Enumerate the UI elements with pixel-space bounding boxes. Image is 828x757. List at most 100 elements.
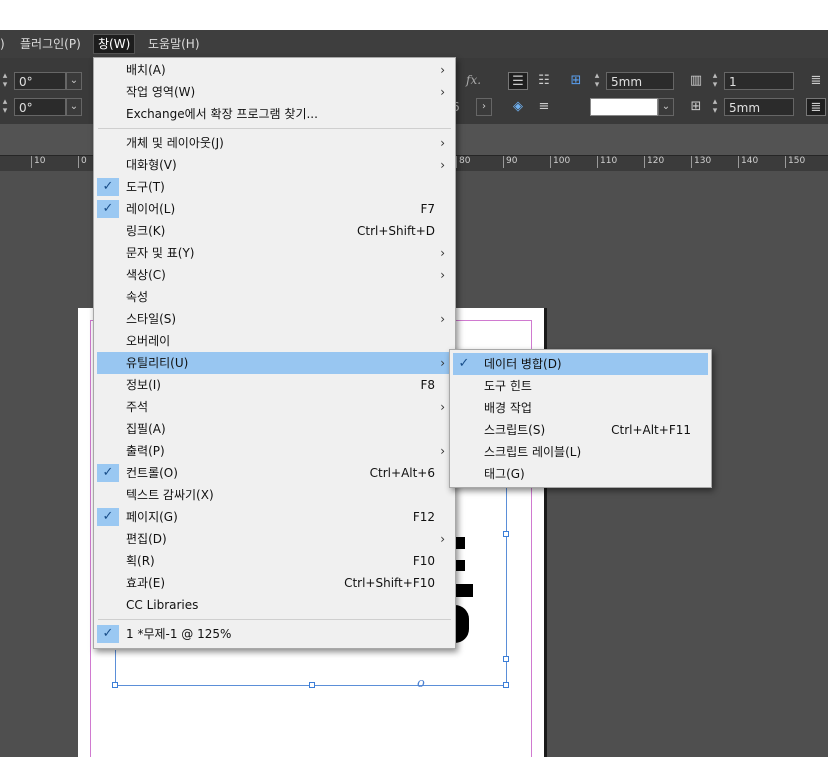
stroke-dropdown-icon[interactable]: ⌄ — [658, 98, 674, 116]
ruler-label: 120 — [644, 156, 664, 168]
margin-guide-left — [90, 320, 91, 757]
menu-separator — [98, 128, 451, 129]
angle-spinner-icon[interactable]: ▴ ▾ — [0, 72, 10, 90]
menu-item-styles[interactable]: 스타일(S) › — [94, 308, 455, 330]
ruler-label: 110 — [597, 156, 617, 168]
title-area — [0, 0, 828, 30]
submenu-arrow-icon: › — [440, 63, 445, 77]
inset-icon: ⊞ — [570, 73, 582, 88]
rotate-angle-field[interactable]: 0° — [14, 72, 66, 90]
submenu-arrow-icon: › — [440, 158, 445, 172]
fx-icon[interactable]: fx. — [466, 73, 481, 87]
ruler-label: 0 — [78, 156, 87, 168]
menu-item-overlay[interactable]: 오버레이 — [94, 330, 455, 352]
frame-handle[interactable] — [309, 682, 315, 688]
check-icon: ✓ — [97, 625, 119, 643]
gutter2-spinner-icon[interactable]: ▴ ▾ — [710, 98, 720, 116]
shear-dropdown-icon[interactable]: ⌄ — [66, 98, 82, 116]
check-icon: ✓ — [97, 200, 119, 218]
justify-icon[interactable]: ≣ — [806, 72, 826, 90]
column-gutter-field[interactable]: 5mm — [724, 98, 794, 116]
columns-icon: ▥ — [689, 73, 703, 88]
menu-item-notes[interactable]: 주석 › — [94, 396, 455, 418]
menu-item-authoring[interactable]: 집필(A) — [94, 418, 455, 440]
ruler-label: 130 — [691, 156, 711, 168]
menu-item-stroke[interactable]: 획(R) F10 — [94, 550, 455, 572]
columns-field[interactable]: 1 — [724, 72, 794, 90]
submenu-item-tags[interactable]: 태그(G) — [450, 463, 711, 485]
menu-item-type-tables[interactable]: 문자 및 표(Y) › — [94, 242, 455, 264]
gutter-spinner-icon[interactable]: ▴ ▾ — [592, 72, 602, 90]
frame-handle[interactable] — [503, 682, 509, 688]
gutter-field[interactable]: 5mm — [606, 72, 674, 90]
ruler-label: 100 — [550, 156, 570, 168]
frame-left-edge — [115, 650, 116, 686]
menu-item-properties[interactable]: 속성 — [94, 286, 455, 308]
ruler-label: 150 — [785, 156, 805, 168]
glyph-fragment — [455, 537, 465, 549]
menu-item-tools[interactable]: ✓ 도구(T) — [94, 176, 455, 198]
submenu-item-script-label[interactable]: 스크립트 레이블(L) — [450, 441, 711, 463]
menu-item-editorial[interactable]: 편집(D) › — [94, 528, 455, 550]
menu-item-utilities[interactable]: 유틸리티(U) › — [97, 352, 452, 374]
submenu-arrow-icon: › — [440, 312, 445, 326]
columns-spinner-icon[interactable]: ▴ ▾ — [710, 72, 720, 90]
menu-bar: ) 플러그인(P) 창(W) 도움말(H) — [0, 30, 828, 58]
glyph-fragment — [455, 584, 473, 597]
percent-arrow-icon[interactable]: › — [476, 98, 492, 116]
menu-item-partial[interactable]: ) — [0, 35, 9, 53]
menu-item-info[interactable]: 정보(I) F8 — [94, 374, 455, 396]
menu-item-pages[interactable]: ✓ 페이지(G) F12 — [94, 506, 455, 528]
ruler-label: 80 — [456, 156, 470, 168]
menu-item-workspace[interactable]: 작업 영역(W) › — [94, 81, 455, 103]
check-icon: ✓ — [453, 355, 475, 373]
menu-item-text-wrap[interactable]: 텍스트 감싸기(X) — [94, 484, 455, 506]
menu-separator — [98, 619, 451, 620]
submenu-item-data-merge[interactable]: ✓ 데이터 병합(D) — [453, 353, 708, 375]
rotate-dropdown-icon[interactable]: ⌄ — [66, 72, 82, 90]
glyph-fragment — [455, 560, 465, 571]
align-bottom-icon[interactable]: ≡ — [534, 98, 554, 116]
window-menu: 배치(A) › 작업 영역(W) › Exchange에서 확장 프로그램 찾기..… — [93, 57, 456, 649]
frame-handle[interactable] — [112, 682, 118, 688]
frame-out-port[interactable] — [503, 656, 509, 662]
grid-icon: ⊞ — [690, 99, 702, 114]
menu-item-output[interactable]: 출력(P) › — [94, 440, 455, 462]
submenu-item-scripts[interactable]: 스크립트(S) Ctrl+Alt+F11 — [450, 419, 711, 441]
angle-spinner-icon[interactable]: ▴ ▾ — [0, 98, 10, 116]
ruler-label: 140 — [738, 156, 758, 168]
menu-item-plugins[interactable]: 플러그인(P) — [16, 35, 85, 53]
menu-item-cc-libraries[interactable]: CC Libraries — [94, 594, 455, 616]
check-icon: ✓ — [97, 464, 119, 482]
menu-item-window[interactable]: 창(W) — [93, 34, 136, 54]
ruler-label: 90 — [503, 156, 517, 168]
menu-item-arrange[interactable]: 배치(A) › — [94, 59, 455, 81]
auto-fit-icon[interactable]: ◈ — [508, 98, 528, 116]
submenu-arrow-icon: › — [440, 400, 445, 414]
menu-item-help[interactable]: 도움말(H) — [144, 35, 204, 53]
align-top-icon[interactable]: ☰ — [508, 72, 528, 90]
justify-all-icon[interactable]: ≣ — [806, 98, 826, 116]
menu-item-interactive[interactable]: 대화형(V) › — [94, 154, 455, 176]
stroke-swatch[interactable] — [590, 98, 658, 116]
submenu-item-tool-hints[interactable]: 도구 힌트 — [450, 375, 711, 397]
menu-item-control[interactable]: ✓ 컨트롤(O) Ctrl+Alt+6 — [94, 462, 455, 484]
shear-angle-field[interactable]: 0° — [14, 98, 66, 116]
submenu-arrow-icon: › — [440, 268, 445, 282]
menu-item-exchange[interactable]: Exchange에서 확장 프로그램 찾기... — [94, 103, 455, 125]
menu-item-color[interactable]: 색상(C) › — [94, 264, 455, 286]
submenu-arrow-icon: › — [440, 136, 445, 150]
submenu-item-background-tasks[interactable]: 배경 작업 — [450, 397, 711, 419]
frame-handle[interactable] — [503, 531, 509, 537]
utilities-submenu: ✓ 데이터 병합(D) 도구 힌트 배경 작업 스크립트(S) Ctrl+Alt+F… — [449, 349, 712, 488]
menu-item-layers[interactable]: ✓ 레이어(L) F7 — [94, 198, 455, 220]
menu-item-object-layout[interactable]: 개체 및 레이아웃(J) › — [94, 132, 455, 154]
align-center-icon[interactable]: ☷ — [534, 72, 554, 90]
ruler-label: 10 — [31, 156, 45, 168]
submenu-arrow-icon: › — [440, 532, 445, 546]
submenu-arrow-icon: › — [440, 85, 445, 99]
menu-item-open-document[interactable]: ✓ 1 *무제-1 @ 125% — [94, 623, 455, 645]
menu-item-effects[interactable]: 효과(E) Ctrl+Shift+F10 — [94, 572, 455, 594]
submenu-arrow-icon: › — [440, 444, 445, 458]
menu-item-links[interactable]: 링크(K) Ctrl+Shift+D — [94, 220, 455, 242]
